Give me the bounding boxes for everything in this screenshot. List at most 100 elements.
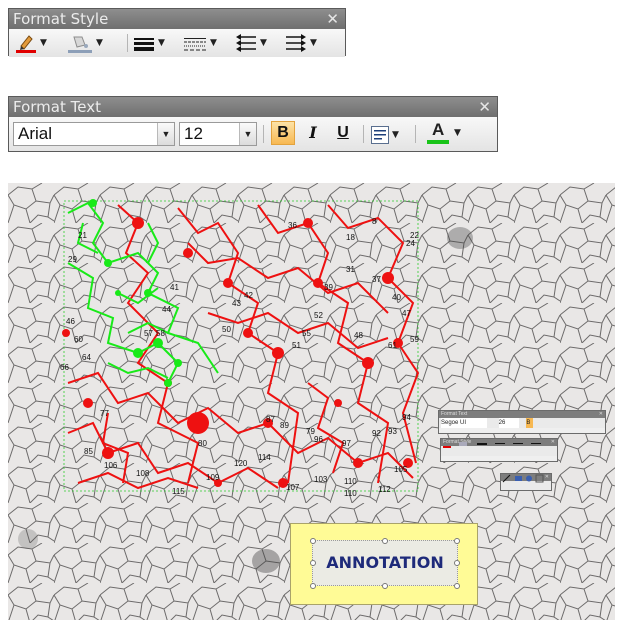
grain-label: 115 xyxy=(172,487,185,496)
resize-handle[interactable] xyxy=(310,560,316,566)
font-size-select[interactable]: 12 ▼ xyxy=(179,122,257,146)
close-icon[interactable]: ✕ xyxy=(599,411,603,418)
grain-label: 96 xyxy=(314,435,323,444)
grain-label: 40 xyxy=(392,293,401,302)
chevron-down-icon[interactable]: ▼ xyxy=(157,123,174,145)
grain-label: 52 xyxy=(314,311,323,320)
grain-label: 110 xyxy=(344,477,357,486)
grain-label: 50 xyxy=(222,325,231,334)
grain-label: 66 xyxy=(60,363,69,372)
grain-label: 55 xyxy=(302,329,311,338)
line-end-button[interactable]: ▼ xyxy=(285,33,317,53)
separator xyxy=(415,125,416,143)
resize-handle[interactable] xyxy=(310,583,316,589)
mini-format-style-toolbar: Format Style ✕ xyxy=(440,438,558,462)
grain-label: 58 xyxy=(156,329,165,338)
grain-label: 107 xyxy=(286,483,300,492)
line-weight-icon xyxy=(134,38,154,51)
close-icon[interactable]: ✕ xyxy=(551,439,555,446)
annotation-text-frame[interactable]: ANNOTATION xyxy=(312,540,458,586)
mini-size-value[interactable]: 26 xyxy=(498,418,519,428)
grain-label: 51 xyxy=(292,341,301,350)
align-button[interactable]: ▼ xyxy=(371,125,399,145)
bold-button[interactable]: B xyxy=(271,121,295,145)
arrow-end-icon xyxy=(286,34,306,52)
chevron-down-icon[interactable]: ▼ xyxy=(260,38,267,48)
font-color-button[interactable]: A ▼ xyxy=(425,120,461,144)
grain-label: 64 xyxy=(82,353,91,362)
chevron-down-icon[interactable]: ▼ xyxy=(392,130,399,140)
grain-label: 92 xyxy=(372,429,381,438)
pen-color-button[interactable]: ▼ xyxy=(15,33,47,53)
annotation-box[interactable]: ANNOTATION xyxy=(290,523,478,605)
chevron-down-icon[interactable]: ▼ xyxy=(210,38,217,48)
grain-label: 43 xyxy=(232,299,241,308)
chevron-down-icon[interactable]: ▼ xyxy=(310,38,317,48)
grain-label: 77 xyxy=(100,409,109,418)
separator xyxy=(127,34,128,52)
grain-label: 29 xyxy=(68,255,77,264)
grain-label: 59 xyxy=(410,335,419,344)
grain-label: 39 xyxy=(324,283,333,292)
italic-button[interactable]: I xyxy=(301,121,325,145)
chevron-down-icon[interactable]: ▼ xyxy=(96,38,103,48)
resize-handle[interactable] xyxy=(310,538,316,544)
grain-label: 47 xyxy=(402,309,411,318)
separator xyxy=(363,125,364,143)
grain-label: 36 xyxy=(288,221,297,230)
grain-label: 106 xyxy=(104,461,118,470)
micrograph-image: 21 29 46 60 64 66 77 85 106 108 115 109 … xyxy=(8,183,615,620)
grain-label: 21 xyxy=(78,231,87,240)
chevron-down-icon[interactable]: ▼ xyxy=(158,38,165,48)
mini-format-text-toolbar: Format Text ✕ Segoe UI 26 B xyxy=(438,410,606,434)
pencil-icon xyxy=(16,35,36,53)
mini-bold-button[interactable]: B xyxy=(526,418,534,428)
fill-color-button[interactable]: ▼ xyxy=(67,33,103,53)
format-text-titlebar[interactable]: Format Text ✕ xyxy=(9,97,497,117)
chevron-down-icon[interactable]: ▼ xyxy=(40,38,47,48)
mini-font-value[interactable]: Segoe UI xyxy=(441,418,487,428)
line-weight-button[interactable]: ▼ xyxy=(133,33,165,53)
close-icon[interactable]: ✕ xyxy=(478,97,491,117)
font-color-icon: A xyxy=(425,120,451,144)
resize-handle[interactable] xyxy=(454,538,460,544)
font-family-select[interactable]: Arial ▼ xyxy=(13,122,175,146)
grain-label: 87 xyxy=(266,415,275,424)
grain-label: 103 xyxy=(314,475,328,484)
resize-handle[interactable] xyxy=(454,583,460,589)
format-text-toolbar: Format Text ✕ Arial ▼ 12 ▼ B I U ▼ A ▼ xyxy=(8,96,498,152)
format-style-body: ▼ ▼ ▼ ▼ ▼ ▼ xyxy=(9,29,345,57)
format-style-title: Format Style xyxy=(13,10,109,28)
grain-label: 46 xyxy=(66,317,75,326)
grain-label: 24 xyxy=(406,239,415,248)
separator xyxy=(263,125,264,143)
resize-handle[interactable] xyxy=(454,560,460,566)
grain-label: 22 xyxy=(410,231,419,240)
grain-label: 42 xyxy=(244,291,253,300)
annotation-text[interactable]: ANNOTATION xyxy=(313,541,457,585)
format-style-titlebar[interactable]: Format Style ✕ xyxy=(9,9,345,29)
mini-shape-icons xyxy=(502,474,544,483)
chevron-down-icon[interactable]: ▼ xyxy=(454,128,461,138)
format-text-body: Arial ▼ 12 ▼ B I U ▼ A ▼ xyxy=(9,117,497,151)
line-start-button[interactable]: ▼ xyxy=(235,33,267,53)
grain-label: 109 xyxy=(206,473,220,482)
grain-label: 94 xyxy=(402,413,411,422)
resize-handle[interactable] xyxy=(382,538,388,544)
underline-button[interactable]: U xyxy=(331,121,355,145)
close-icon[interactable]: ✕ xyxy=(326,9,339,29)
grain-label: 44 xyxy=(162,305,171,314)
grain-label: 105 xyxy=(394,465,408,474)
chevron-down-icon[interactable]: ▼ xyxy=(239,123,256,145)
grain-label: 80 xyxy=(198,439,207,448)
mini-body: Segoe UI 26 B xyxy=(439,418,605,428)
mini-shape-toolbar: ✕ xyxy=(500,473,552,491)
line-dash-button[interactable]: ▼ xyxy=(183,33,217,53)
arrow-start-icon xyxy=(236,34,256,52)
font-color-swatch xyxy=(427,140,449,144)
grain-label: 31 xyxy=(346,265,355,274)
grain-label: 60 xyxy=(74,335,83,344)
resize-handle[interactable] xyxy=(382,583,388,589)
font-family-value: Arial xyxy=(18,124,53,143)
grain-label: 41 xyxy=(170,283,179,292)
